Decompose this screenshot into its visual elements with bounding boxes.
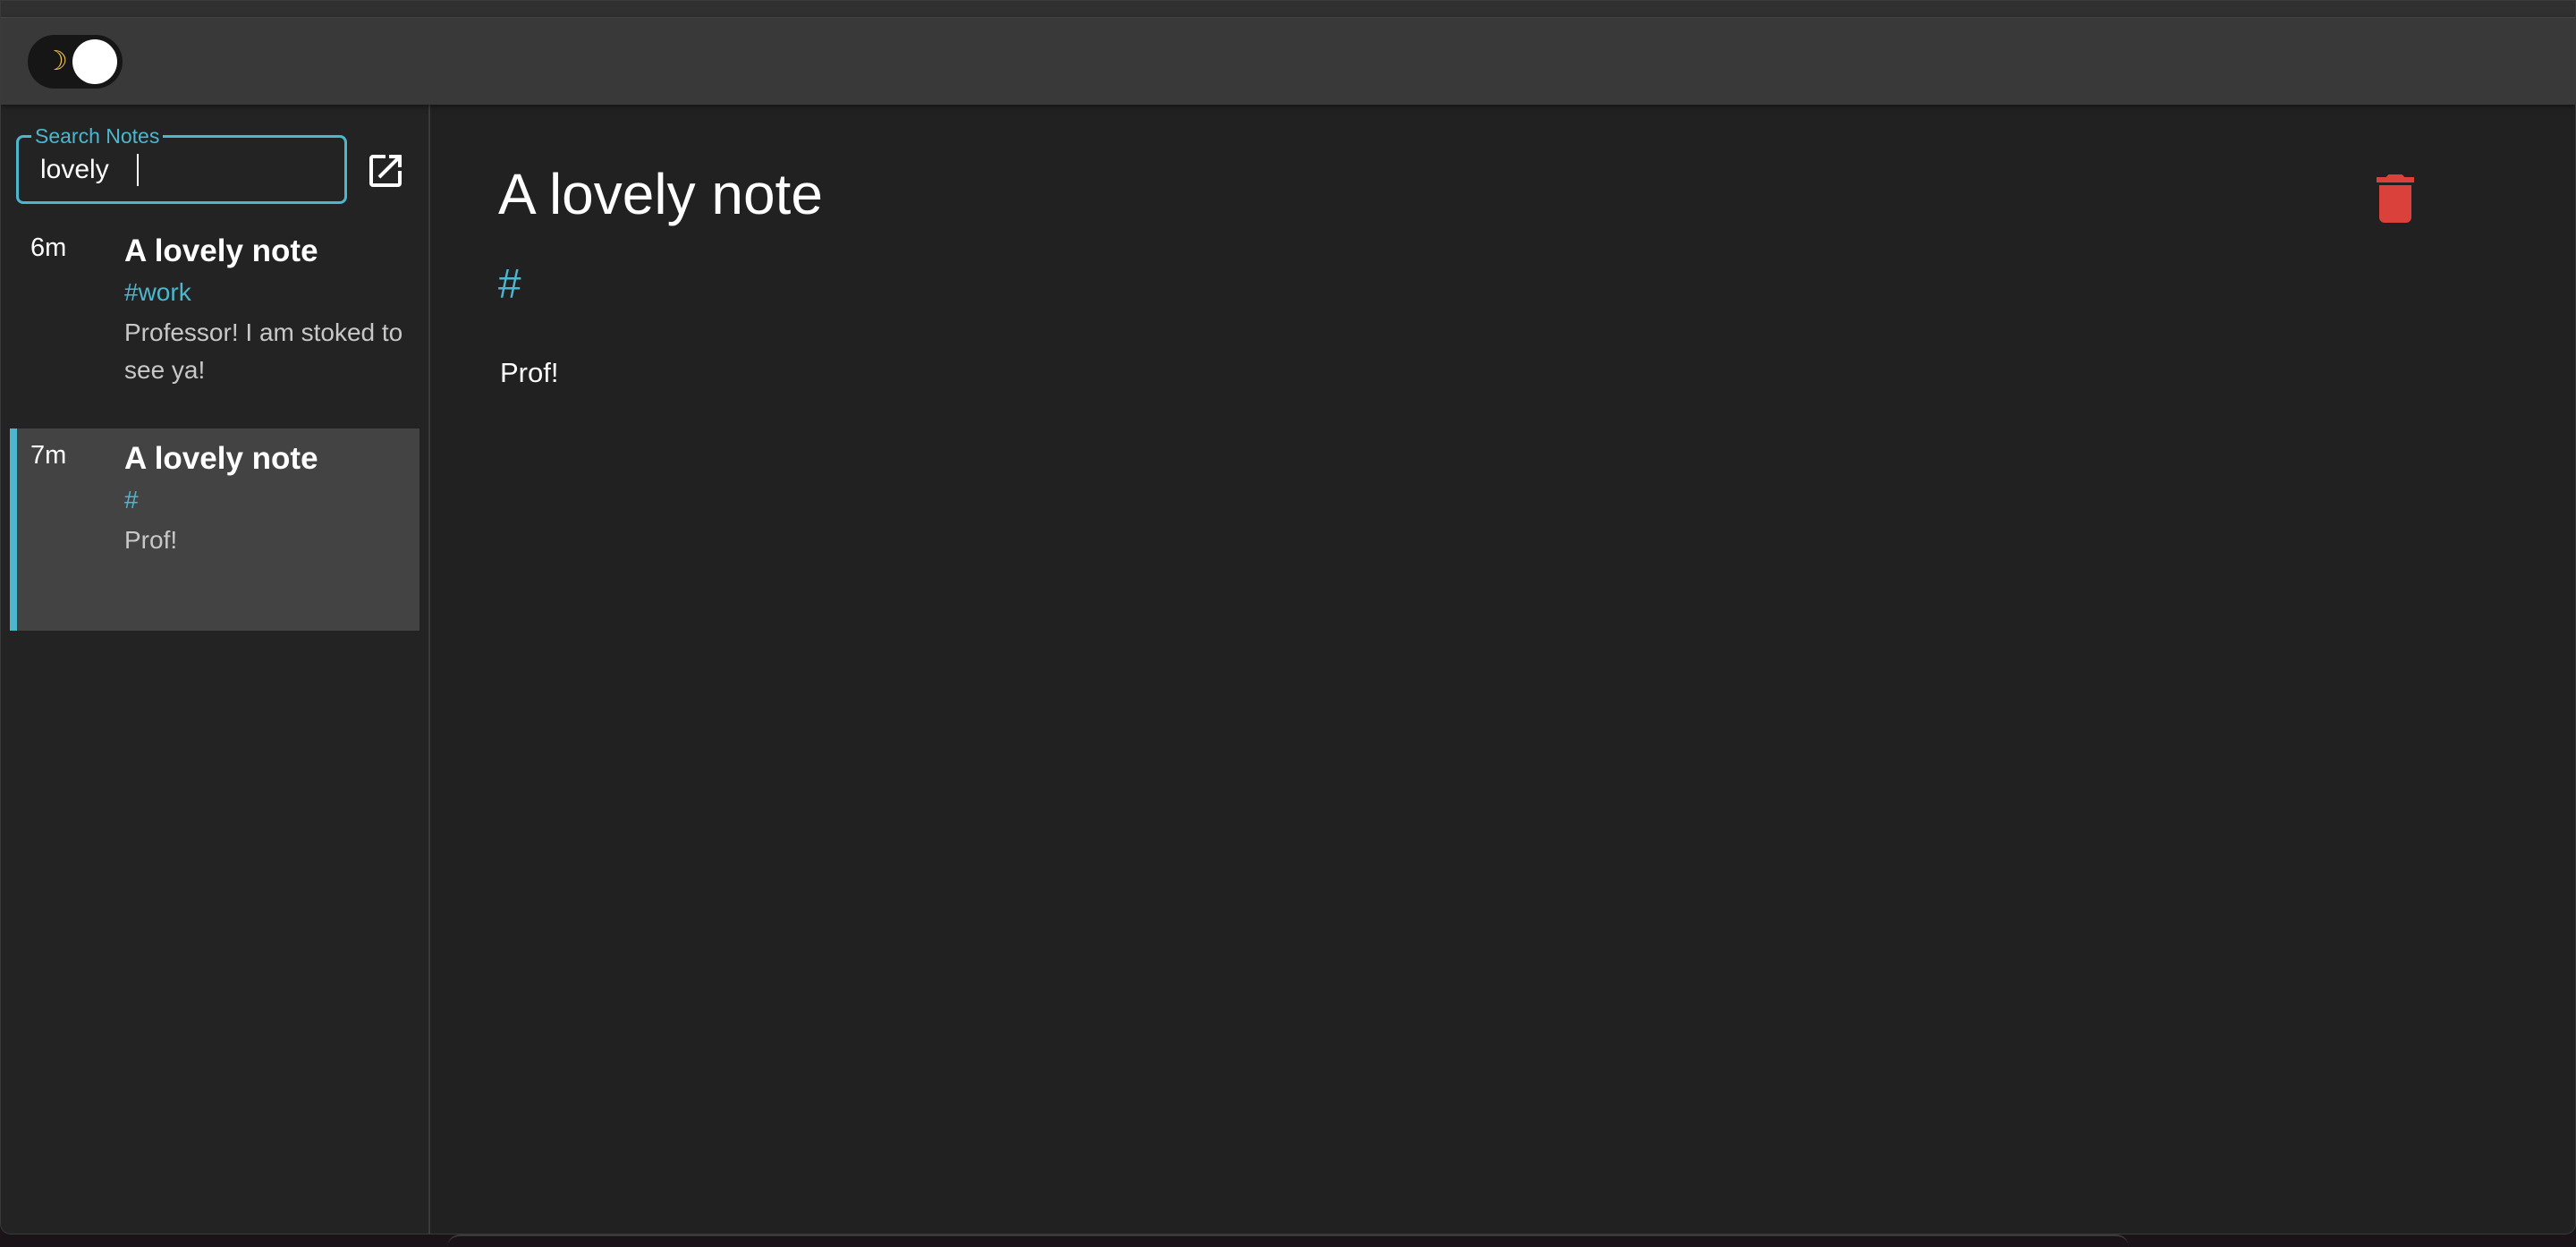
note-tag[interactable]: #work [124, 278, 191, 307]
note-list-item-selected[interactable]: 7m A lovely note # Prof! [10, 428, 419, 631]
note-time: 7m [30, 441, 67, 470]
window-bottom-edge [447, 1234, 2129, 1247]
theme-toggle[interactable]: ☽ [28, 35, 123, 89]
toggle-knob [72, 39, 117, 84]
note-body-editor[interactable]: Prof! [500, 355, 558, 391]
app-window: ☽ Search Notes 6m A lovely note #work Pr… [0, 0, 2576, 1234]
notes-sidebar: Search Notes 6m A lovely note #work Prof… [1, 105, 430, 1234]
moon-icon: ☽ [44, 47, 68, 76]
open-in-new-icon [369, 155, 402, 187]
note-preview: Professor! I am stoked to see ya! [124, 318, 403, 384]
top-toolbar: ☽ [1, 18, 2575, 105]
note-time: 6m [30, 233, 67, 262]
note-preview: Prof! [124, 526, 178, 554]
open-in-new-button[interactable] [364, 149, 407, 192]
search-field[interactable]: Search Notes [16, 124, 347, 204]
text-caret [137, 154, 139, 186]
note-title: A lovely note [124, 441, 318, 476]
note-tag-editor[interactable]: # [498, 259, 521, 309]
note-list-item[interactable]: 6m A lovely note #work Professor! I am s… [10, 221, 419, 423]
search-label: Search Notes [31, 124, 164, 148]
note-editor: A lovely note # Prof! [430, 105, 2575, 1234]
note-tag[interactable]: # [124, 486, 139, 514]
note-title-editor[interactable]: A lovely note [498, 158, 823, 230]
note-title: A lovely note [124, 233, 318, 268]
delete-note-button[interactable] [2373, 174, 2418, 223]
window-titlebar [1, 1, 2575, 18]
trash-icon [2377, 174, 2414, 223]
search-input[interactable] [40, 152, 326, 188]
